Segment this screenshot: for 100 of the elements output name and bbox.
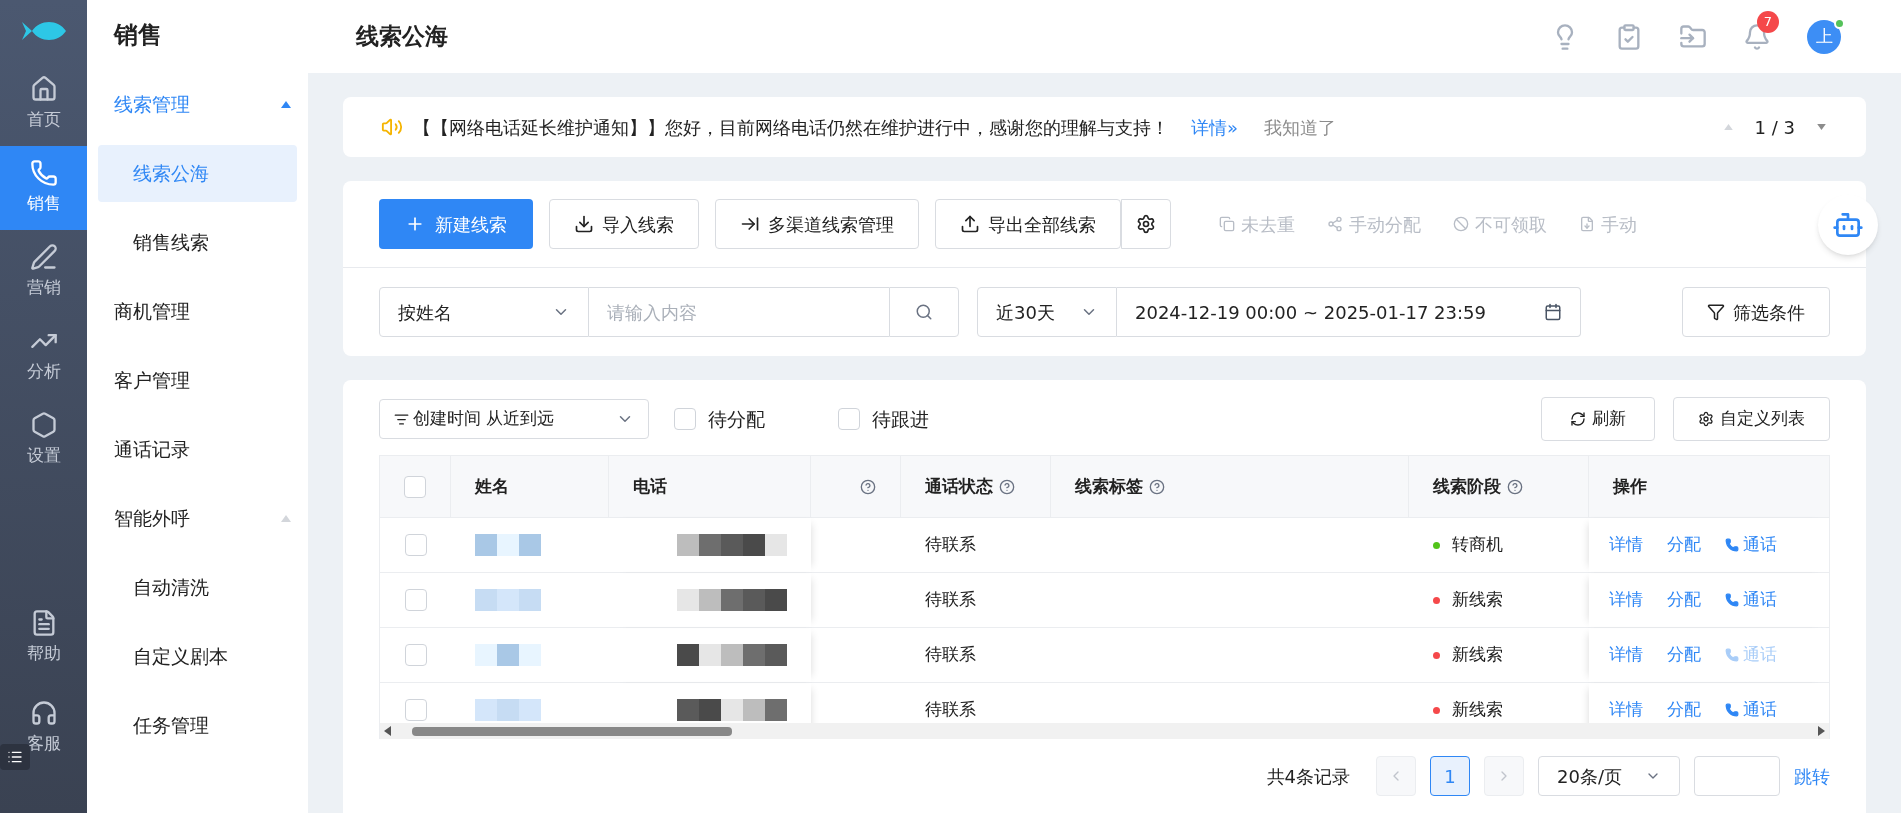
action-link[interactable]: 分配: [1667, 532, 1701, 558]
fish-logo[interactable]: [19, 19, 68, 43]
rail-item[interactable]: 设置: [0, 398, 88, 482]
page-title: 线索公海: [356, 22, 448, 52]
table-cell-text: 新线索: [1452, 643, 1503, 667]
filter-icon: [1707, 303, 1725, 321]
user-avatar[interactable]: 上: [1807, 19, 1841, 54]
action-link[interactable]: 详情: [1609, 532, 1643, 558]
table-cell-text: 待联系: [925, 588, 976, 612]
prev-page-button[interactable]: [1376, 756, 1416, 796]
notification-badge: 7: [1757, 10, 1779, 33]
jump-page-field[interactable]: [1694, 756, 1780, 796]
sidebar-item[interactable]: 销售线索: [98, 214, 297, 271]
checkbox[interactable]: [674, 408, 696, 430]
help-icon[interactable]: [1507, 478, 1523, 495]
call-link[interactable]: 通话: [1725, 587, 1777, 613]
headset-icon: [29, 699, 58, 728]
sidebar-group[interactable]: 通话记录: [98, 415, 297, 484]
rail-item[interactable]: 首页: [0, 62, 88, 146]
rail-item[interactable]: 客服: [0, 683, 88, 773]
folder-icon[interactable]: [1679, 22, 1707, 51]
dismiss-link[interactable]: 我知道了: [1264, 113, 1336, 141]
page-button[interactable]: 1: [1430, 756, 1470, 796]
customize-button[interactable]: 自定义列表: [1673, 397, 1830, 441]
sidebar-item[interactable]: 自定义剧本: [98, 628, 297, 685]
row-checkbox[interactable]: [404, 644, 427, 666]
refresh-icon: [1570, 411, 1586, 427]
help-icon[interactable]: [1149, 478, 1165, 495]
rail-item[interactable]: 营销: [0, 230, 88, 314]
caret-up-icon: [281, 515, 291, 522]
column-header: 操作: [1613, 474, 1647, 498]
action-link[interactable]: 详情: [1609, 697, 1643, 723]
column-header: 姓名: [475, 474, 509, 498]
sidebar-group[interactable]: 智能外呼: [98, 484, 297, 553]
field-select[interactable]: 按姓名: [379, 287, 589, 337]
sidebar-group[interactable]: 商机管理: [98, 277, 297, 346]
rail-item[interactable]: 帮助: [0, 593, 88, 683]
select-all-checkbox[interactable]: [404, 475, 426, 498]
caret-up-icon[interactable]: [1723, 124, 1733, 130]
horizontal-scrollbar[interactable]: [380, 723, 1829, 739]
settings-button[interactable]: [1121, 199, 1171, 249]
range-select[interactable]: 近30天: [977, 287, 1117, 337]
next-page-button[interactable]: [1484, 756, 1524, 796]
toolbar-button[interactable]: 导入线索: [549, 199, 699, 249]
action-link[interactable]: 详情: [1609, 587, 1643, 613]
column-header: 线索阶段: [1433, 474, 1501, 498]
checkbox[interactable]: [838, 408, 860, 430]
action-link[interactable]: 分配: [1667, 642, 1701, 668]
table-cell-text: 新线索: [1452, 698, 1503, 722]
refresh-button[interactable]: 刷新: [1541, 397, 1655, 441]
new-lead-button[interactable]: 新建线索: [379, 199, 533, 249]
page-size-select[interactable]: 20条/页: [1538, 756, 1680, 796]
date-range-field[interactable]: 2024-12-19 00:00 ~ 2025-01-17 23:59: [1117, 287, 1581, 337]
filter-checkbox[interactable]: 待分配: [674, 404, 765, 434]
table-cell-text: 待联系: [925, 533, 976, 557]
table-cell-text: 待联系: [925, 698, 976, 722]
file-icon: [1579, 216, 1595, 232]
call-link[interactable]: 通话: [1725, 532, 1777, 558]
phone-icon: [1725, 593, 1739, 607]
action-link[interactable]: 分配: [1667, 697, 1701, 723]
sort-select[interactable]: 创建时间 从近到远: [379, 399, 649, 439]
rail-item[interactable]: 销售: [0, 146, 88, 230]
row-checkbox[interactable]: [404, 589, 427, 611]
copy-icon: [1219, 216, 1235, 232]
blurred-name: [475, 644, 541, 666]
table-cell-text: 待联系: [925, 643, 976, 667]
caret-down-icon[interactable]: [1817, 124, 1826, 130]
phone-icon: [29, 159, 58, 188]
action-link[interactable]: 分配: [1667, 587, 1701, 613]
action-link[interactable]: 详情: [1609, 642, 1643, 668]
list-icon: [7, 749, 23, 765]
column-header: 电话: [633, 474, 667, 498]
toolbar-button[interactable]: 多渠道线索管理: [715, 199, 919, 249]
help-icon[interactable]: [860, 478, 876, 495]
sidebar-item[interactable]: 线索公海: [98, 145, 297, 202]
sidebar-group[interactable]: 线索管理: [98, 70, 297, 139]
column-header: 线索标签: [1075, 474, 1143, 498]
phone-icon: [1725, 648, 1739, 662]
sidebar-group[interactable]: 客户管理: [98, 346, 297, 415]
call-link[interactable]: 通话: [1725, 697, 1777, 723]
rail-item[interactable]: 分析: [0, 314, 88, 398]
scroll-left-icon: [384, 726, 392, 736]
sidebar-item[interactable]: 自动清洗: [98, 559, 297, 616]
jump-link[interactable]: 跳转: [1794, 762, 1830, 790]
pen-icon: [29, 243, 58, 272]
toolbar-button[interactable]: 导出全部线索: [935, 199, 1121, 249]
row-checkbox[interactable]: [404, 534, 427, 556]
sort-icon: [394, 411, 409, 427]
filter-checkbox[interactable]: 待跟进: [838, 404, 929, 434]
table-cell-text: 转商机: [1452, 533, 1503, 557]
details-link[interactable]: 详情»: [1191, 113, 1238, 141]
search-button[interactable]: [889, 287, 959, 337]
help-icon[interactable]: [999, 478, 1015, 495]
search-field[interactable]: 请输入内容: [589, 287, 889, 337]
row-checkbox[interactable]: [404, 699, 427, 721]
list-button[interactable]: [0, 744, 30, 770]
sidebar-item[interactable]: 任务管理: [98, 697, 297, 754]
settings-icon: [1698, 411, 1714, 427]
assistant-button[interactable]: [1818, 195, 1878, 255]
filter-button[interactable]: 筛选条件: [1682, 287, 1830, 337]
